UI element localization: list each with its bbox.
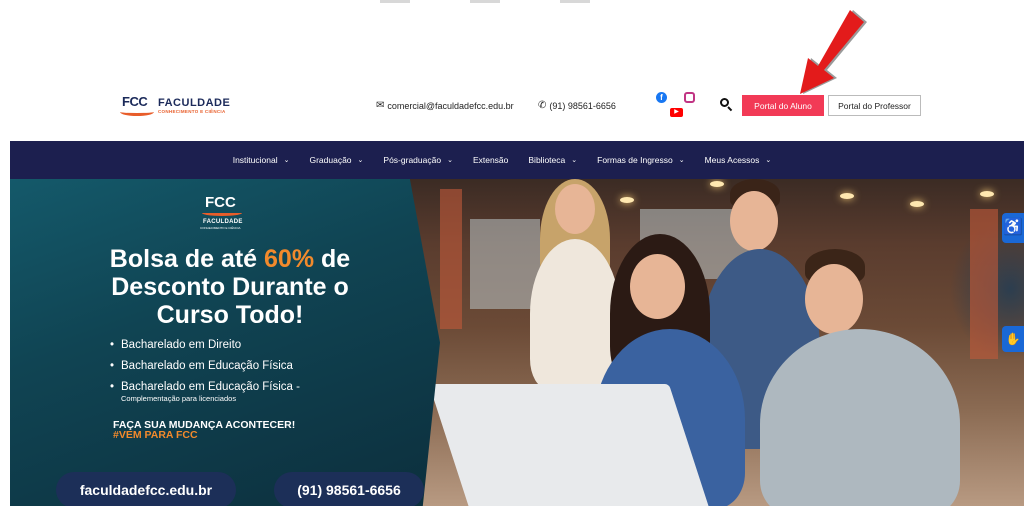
chevron-down-icon: ⌄: [447, 157, 453, 164]
hero-logo-title: FACULDADE: [203, 219, 243, 225]
hero-banner[interactable]: FCC FACULDADE CONHECIMENTO E CIÊNCIA Bol…: [10, 179, 1024, 506]
nav-item-meus-acessos[interactable]: Meus Acessos ⌄: [705, 155, 772, 165]
hero-logo: FCC FACULDADE CONHECIMENTO E CIÊNCIA: [200, 194, 244, 230]
nav-item-formas-de-ingresso[interactable]: Formas de Ingresso ⌄: [597, 155, 684, 165]
main-nav: Institucional ⌄ Graduação ⌄ Pós-graduação ⌄ Ex…: [10, 141, 1024, 179]
site-logo[interactable]: FCC FACULDADE CONHECIMENTO E CIÊNCIA: [120, 94, 230, 116]
chevron-down-icon: ⌄: [678, 157, 685, 164]
social-links: f ▶: [656, 92, 696, 120]
list-item: Bacharelado em Direito: [110, 339, 300, 351]
list-item: Bacharelado em Educação Física: [110, 360, 300, 372]
whatsapp-icon: ✆: [538, 100, 547, 111]
hero-logo-mark: FCC: [205, 194, 236, 211]
wheelchair-icon[interactable]: ♿: [1002, 213, 1024, 243]
laptop: [428, 384, 712, 506]
email-text: comercial@faculdadefcc.edu.br: [387, 100, 514, 111]
logo-subtitle: CONHECIMENTO E CIÊNCIA: [158, 108, 226, 114]
phone-pill: (91) 98561-6656: [274, 472, 424, 506]
hero-logo-subtitle: CONHECIMENTO E CIÊNCIA: [200, 226, 241, 230]
mail-icon: ✉: [376, 100, 385, 111]
top-placeholder-bars: [380, 0, 590, 3]
logo-text: FACULDADE CONHECIMENTO E CIÊNCIA: [158, 97, 230, 114]
nav-item-institucional[interactable]: Institucional ⌄: [233, 155, 290, 165]
course-list: Bacharelado em Direito Bacharelado em Ed…: [110, 339, 300, 412]
chevron-down-icon: ⌄: [571, 157, 578, 164]
sign-language-icon[interactable]: ✋: [1002, 326, 1024, 352]
nav-item-gradua-o[interactable]: Graduação ⌄: [309, 155, 363, 165]
nav-item-p-s-gradua-o[interactable]: Pós-graduação ⌄: [383, 155, 453, 165]
logo-title: FACULDADE: [158, 96, 231, 109]
email-link[interactable]: ✉ comercial@faculdadefcc.edu.br: [376, 100, 514, 111]
logo-mark-text: FCC: [122, 94, 148, 109]
phone-link[interactable]: ✆ (91) 98561-6656: [538, 100, 616, 111]
chevron-down-icon: ⌄: [357, 157, 364, 164]
list-item: Bacharelado em Educação Física -Compleme…: [110, 381, 300, 403]
search-icon[interactable]: [719, 97, 733, 112]
red-arrow-annotation: [800, 10, 867, 94]
nav-item-biblioteca[interactable]: Biblioteca ⌄: [528, 155, 577, 165]
portal-aluno-button[interactable]: Portal do Aluno: [742, 95, 824, 116]
site-pill: faculdadefcc.edu.br: [56, 472, 236, 506]
cta-hashtag: #VEM PARA FCC: [113, 429, 198, 441]
page: FCC FACULDADE CONHECIMENTO E CIÊNCIA ✉ c…: [0, 0, 1024, 506]
discount-highlight: 60%: [264, 245, 315, 273]
chevron-down-icon: ⌄: [765, 157, 772, 164]
portal-professor-button[interactable]: Portal do Professor: [828, 95, 921, 116]
phone-text: (91) 98561-6656: [549, 100, 616, 111]
hero-cta: FAÇA SUA MUDANÇA ACONTECER! #VEM PARA FC…: [113, 420, 295, 441]
instagram-icon[interactable]: [684, 92, 695, 103]
facebook-icon[interactable]: f: [656, 92, 667, 103]
hero-headline: Bolsa de até 60% de Desconto Durante o C…: [109, 245, 351, 329]
site-header: FCC FACULDADE CONHECIMENTO E CIÊNCIA ✉ c…: [0, 88, 1024, 128]
chevron-down-icon: ⌄: [283, 157, 290, 164]
nav-item-extens-o[interactable]: Extensão: [473, 155, 508, 165]
youtube-icon[interactable]: ▶: [670, 108, 683, 117]
hero-text-panel: FCC FACULDADE CONHECIMENTO E CIÊNCIA Bol…: [10, 179, 440, 506]
logo-mark: FCC: [120, 94, 154, 116]
